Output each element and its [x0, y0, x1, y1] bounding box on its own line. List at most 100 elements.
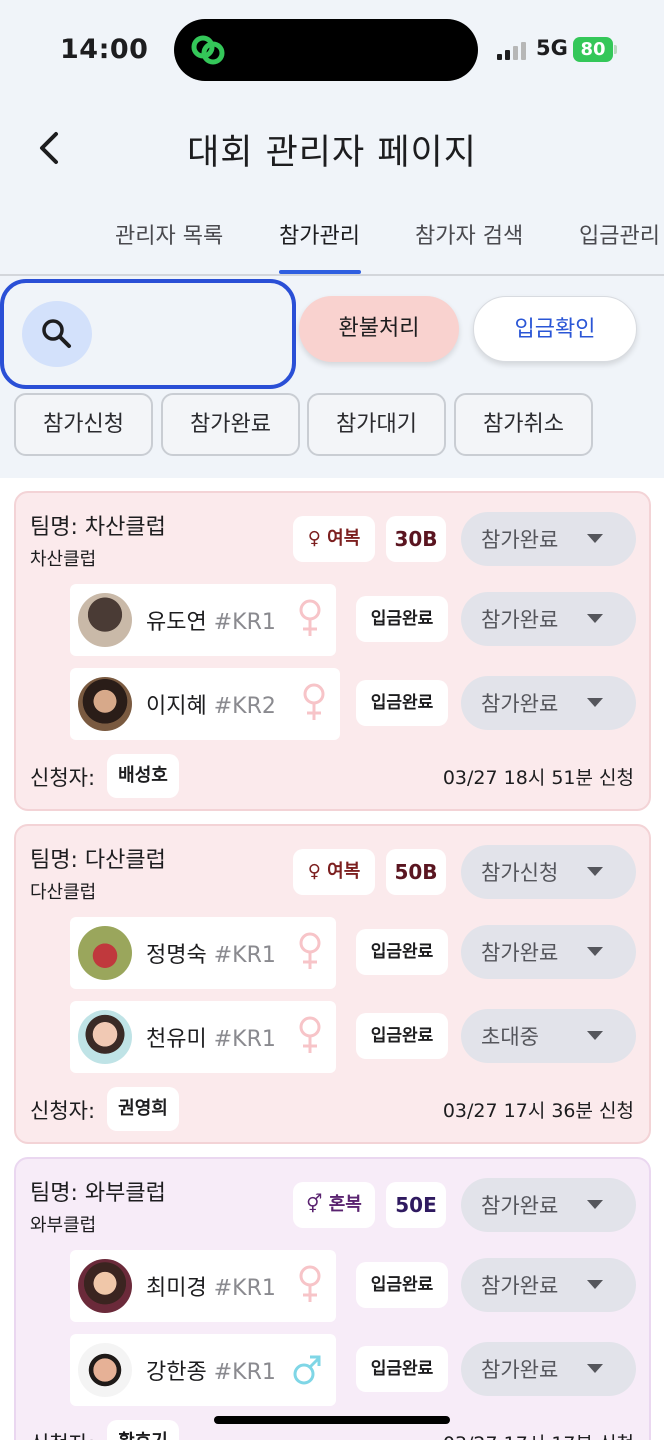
member-status-dropdown[interactable]: 참가완료: [461, 925, 636, 979]
caret-down-icon: [587, 698, 603, 707]
team-status-label: 참가신청: [481, 861, 559, 885]
division-badge: ♀ 여복: [293, 516, 375, 562]
caret-down-icon: [587, 534, 603, 543]
team-status-label: 참가완료: [481, 528, 559, 552]
caret-down-icon: [587, 1280, 603, 1289]
payment-badge: 입금완료: [356, 596, 448, 642]
battery-tip: [614, 45, 617, 54]
member-row[interactable]: 유도연 #KR1: [70, 584, 336, 656]
applicant-label: 신청자:: [30, 766, 96, 790]
member-status-dropdown[interactable]: 참가완료: [461, 592, 636, 646]
member-row[interactable]: 천유미 #KR1: [70, 1001, 336, 1073]
caret-down-icon: [587, 614, 603, 623]
team-name: 팀명: 다산클럽: [30, 848, 166, 873]
payment-badge: 입금완료: [356, 680, 448, 726]
status-time: 14:00: [60, 34, 149, 65]
filter-completed[interactable]: 참가완료: [161, 393, 300, 456]
caret-down-icon: [587, 867, 603, 876]
tab-participant-search[interactable]: 참가자 검색: [415, 218, 523, 250]
female-icon: [299, 1016, 321, 1053]
team-card: 팀명: 와부클럽 와부클럽 ⚥ 혼복 50E 참가완료 최미경 #KR1 입금완…: [14, 1157, 651, 1440]
avatar: [78, 926, 132, 980]
search-button[interactable]: [22, 301, 92, 367]
filter-cancelled[interactable]: 참가취소: [454, 393, 593, 456]
female-icon: [299, 1265, 321, 1302]
team-status-label: 참가완료: [481, 1194, 559, 1218]
team-status-dropdown[interactable]: 참가완료: [461, 1178, 636, 1232]
avatar: [78, 1259, 132, 1313]
active-tab-indicator: [279, 270, 361, 274]
team-status-dropdown[interactable]: 참가신청: [461, 845, 636, 899]
level-badge: 50B: [386, 849, 446, 895]
tab-admin-list[interactable]: 관리자 목록: [115, 218, 223, 250]
team-card: 팀명: 다산클럽 다산클럽 ♀ 여복 50B 참가신청 정명숙 #KR1 입금완…: [14, 824, 651, 1144]
member-status-dropdown[interactable]: 참가완료: [461, 676, 636, 730]
member-name: 강한종 #KR1: [146, 1360, 276, 1385]
level-badge: 30B: [386, 516, 446, 562]
home-indicator[interactable]: [214, 1416, 450, 1424]
dynamic-island: [174, 19, 478, 81]
member-row[interactable]: 정명숙 #KR1: [70, 917, 336, 989]
female-icon: [299, 932, 321, 969]
network-type: 5G: [536, 36, 568, 60]
payment-badge: 입금완료: [356, 1262, 448, 1308]
avatar: [78, 1343, 132, 1397]
payment-badge: 입금완료: [356, 1013, 448, 1059]
tab-bar: 관리자 목록 참가관리 참가자 검색 입금관리: [0, 200, 664, 276]
tab-deposit[interactable]: 입금관리: [579, 218, 660, 250]
team-name: 팀명: 차산클럽: [30, 515, 166, 540]
applied-time: 03/27 17시 17분 신청: [443, 1429, 634, 1440]
member-status-label: 참가완료: [481, 1274, 559, 1298]
female-icon: [299, 599, 321, 636]
division-badge: ♀ 여복: [293, 849, 375, 895]
caret-down-icon: [587, 1364, 603, 1373]
applicant-label: 신청자:: [30, 1428, 95, 1440]
refund-button[interactable]: 환불처리: [299, 296, 459, 362]
division-badge: ⚥ 혼복: [293, 1182, 375, 1228]
caret-down-icon: [587, 1031, 603, 1040]
member-status-label: 참가완료: [481, 692, 559, 716]
male-icon: [293, 1355, 321, 1385]
team-club: 와부클럽: [30, 1215, 97, 1236]
avatar: [78, 1010, 132, 1064]
member-name: 이지혜 #KR2: [146, 694, 276, 719]
caret-down-icon: [587, 1200, 603, 1209]
member-name: 최미경 #KR1: [146, 1276, 276, 1301]
member-status-label: 참가완료: [481, 608, 559, 632]
filter-applied[interactable]: 참가신청: [14, 393, 153, 456]
applicant-name: 권영희: [107, 1087, 179, 1131]
applied-time: 03/27 17시 36분 신청: [442, 1100, 634, 1122]
level-badge: 50E: [386, 1182, 446, 1228]
member-name: 정명숙 #KR1: [146, 943, 276, 968]
applicant-name: 배성호: [107, 754, 179, 798]
deposit-confirm-button[interactable]: 입금확인: [473, 296, 637, 362]
member-status-dropdown[interactable]: 참가완료: [461, 1258, 636, 1312]
tab-participation[interactable]: 참가관리: [279, 218, 360, 250]
signal-icon: [497, 40, 529, 60]
female-icon: [303, 683, 325, 720]
member-name: 유도연 #KR1: [146, 610, 276, 635]
member-row[interactable]: 이지혜 #KR2: [70, 668, 340, 740]
team-status-dropdown[interactable]: 참가완료: [461, 512, 636, 566]
status-bar: 14:00 5G 80: [0, 0, 664, 100]
team-club: 차산클럽: [30, 549, 97, 570]
member-status-label: 참가완료: [481, 941, 559, 965]
team-club: 다산클럽: [30, 882, 97, 903]
search-input[interactable]: [104, 313, 284, 357]
battery-icon: 80: [573, 37, 613, 62]
payment-badge: 입금완료: [356, 929, 448, 975]
member-row[interactable]: 강한종 #KR1: [70, 1334, 336, 1406]
member-name: 천유미 #KR1: [146, 1027, 276, 1052]
team-card: 팀명: 차산클럽 차산클럽 ♀ 여복 30B 참가완료 유도연 #KR1 입금완…: [14, 491, 651, 811]
member-status-label: 초대중: [481, 1025, 539, 1049]
search-icon: [42, 319, 71, 348]
payment-badge: 입금완료: [356, 1346, 448, 1392]
member-row[interactable]: 최미경 #KR1: [70, 1250, 336, 1322]
team-name: 팀명: 와부클럽: [30, 1181, 166, 1206]
member-status-dropdown[interactable]: 초대중: [461, 1009, 636, 1063]
search-box[interactable]: [0, 279, 296, 389]
avatar: [78, 593, 132, 647]
filter-waiting[interactable]: 참가대기: [307, 393, 446, 456]
member-status-dropdown[interactable]: 참가완료: [461, 1342, 636, 1396]
applied-time: 03/27 18시 51분 신청: [442, 767, 634, 789]
